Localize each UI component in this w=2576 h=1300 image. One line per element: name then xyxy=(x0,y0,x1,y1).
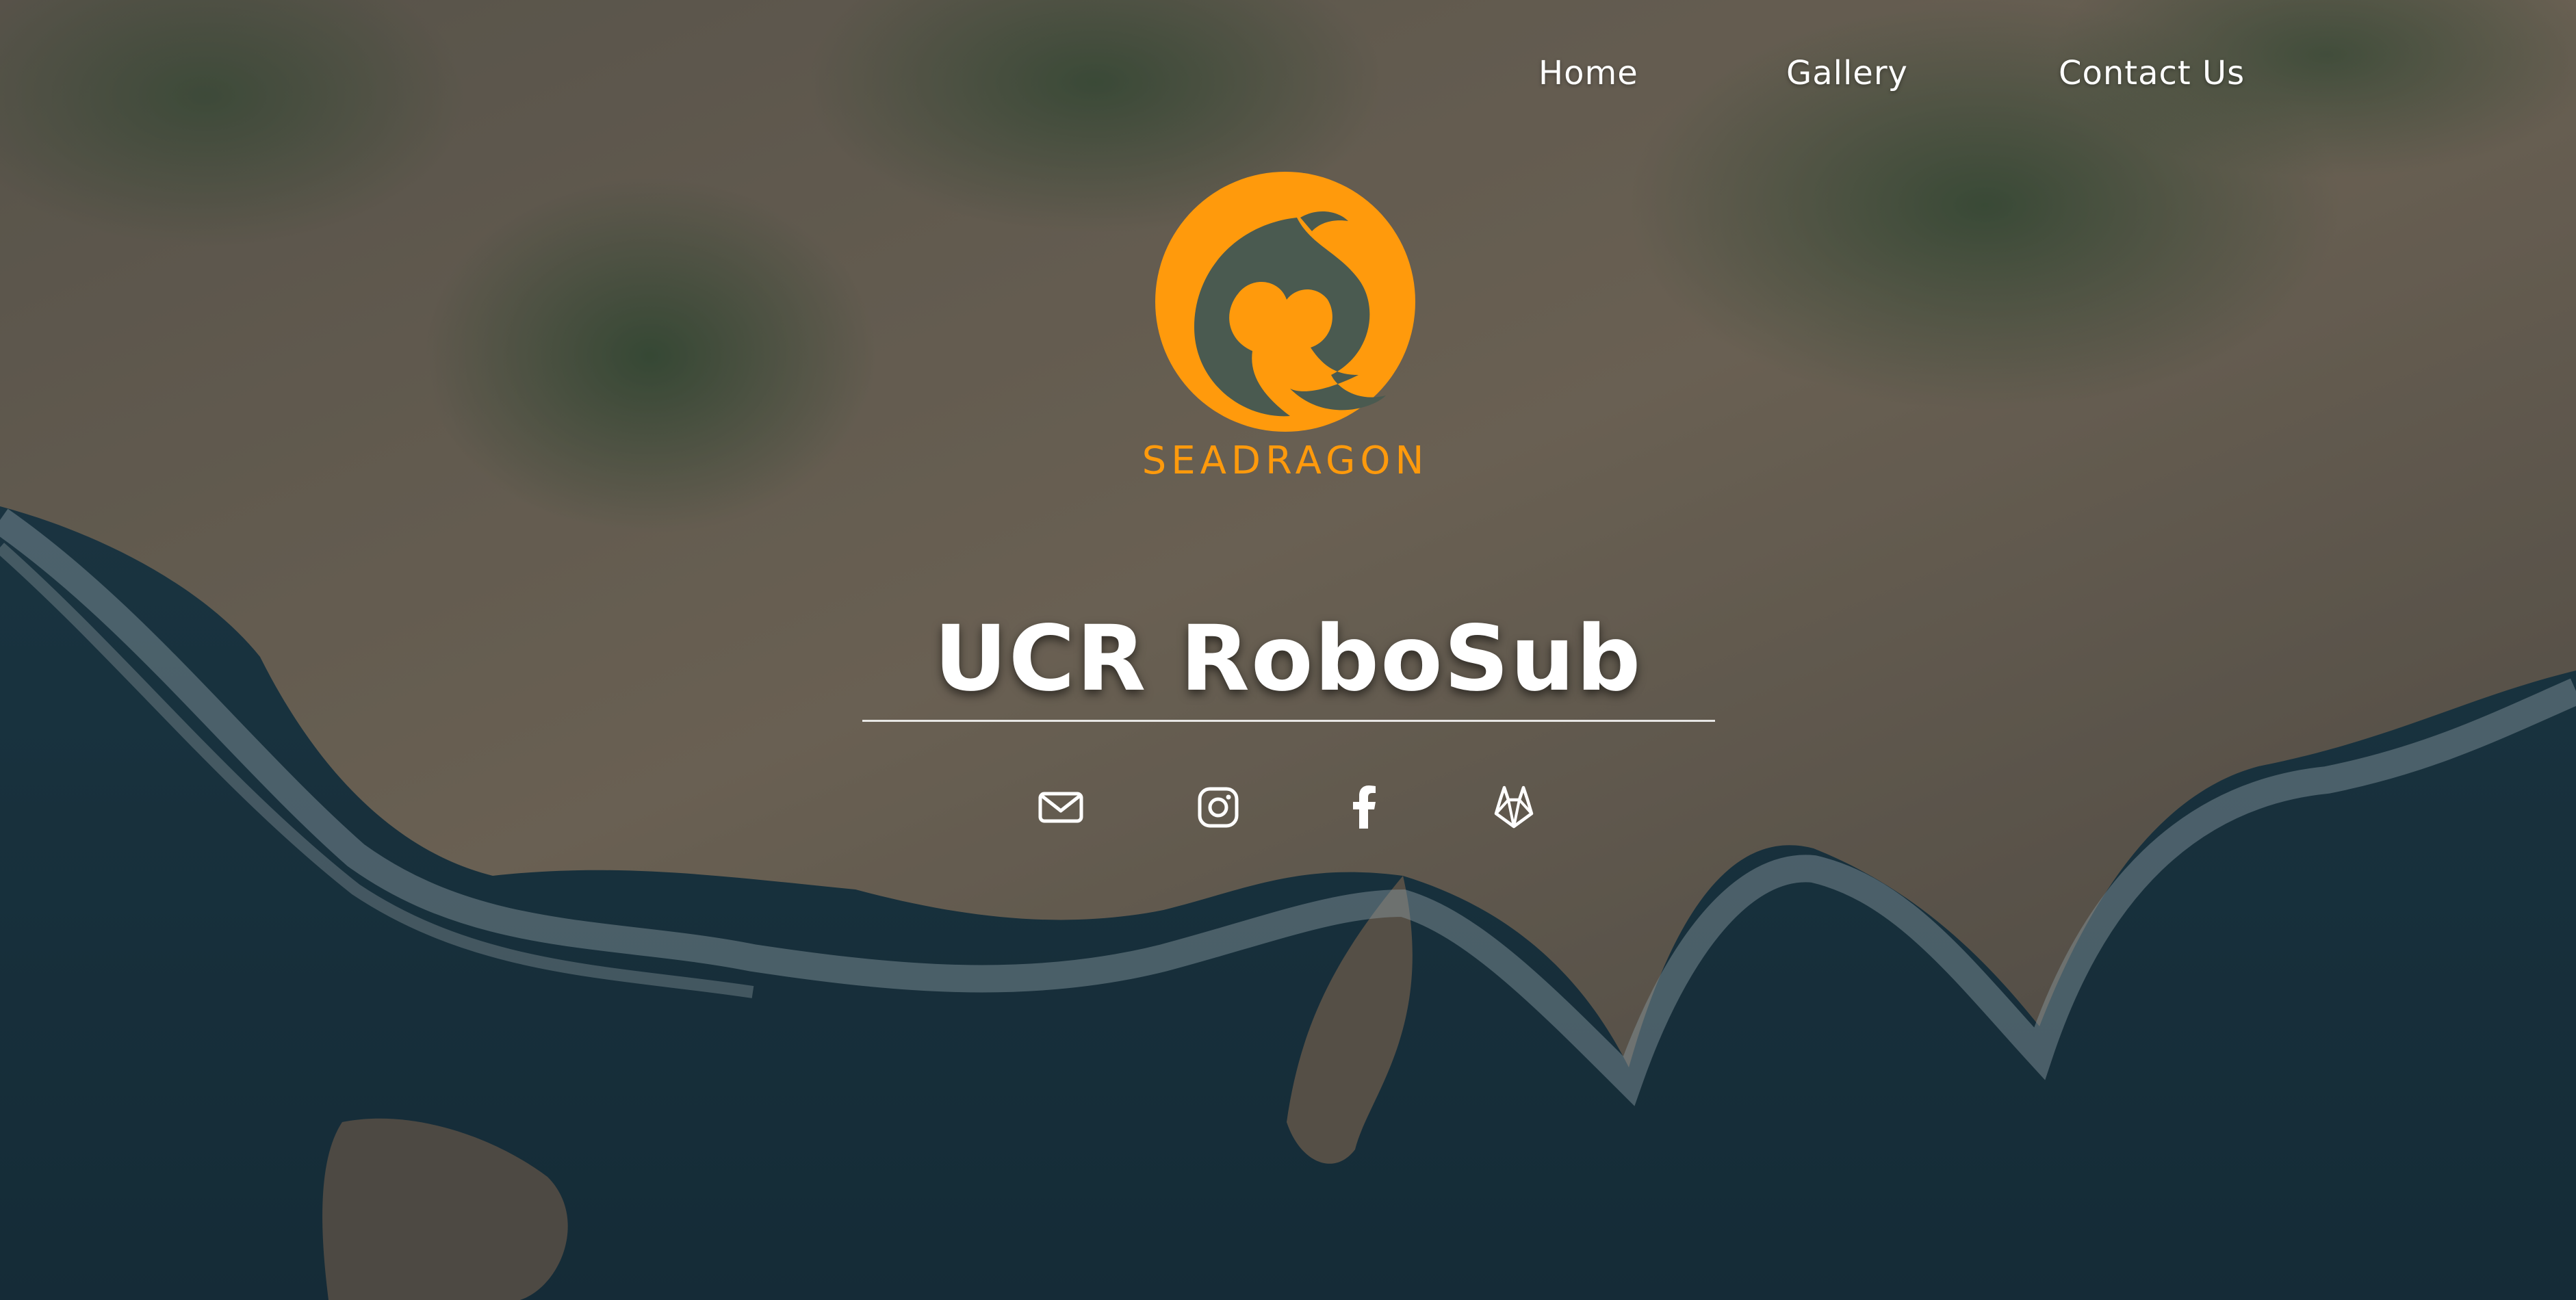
instagram-icon xyxy=(1198,787,1239,828)
gitlab-icon xyxy=(1494,785,1534,829)
nav-home-link[interactable]: Home xyxy=(1538,49,1638,97)
instagram-link[interactable] xyxy=(1194,783,1242,831)
gitlab-link[interactable] xyxy=(1490,783,1538,831)
facebook-icon xyxy=(1353,785,1376,829)
hero-section: Home Gallery Contact Us SEADRAGON UCR Ro… xyxy=(0,0,2576,1300)
top-navigation: Home Gallery Contact Us xyxy=(0,49,2576,97)
divider xyxy=(862,720,1715,722)
seadragon-logo: SEADRAGON xyxy=(1142,172,1429,483)
mail-link[interactable] xyxy=(1037,783,1085,831)
logo-wordmark: SEADRAGON xyxy=(1142,439,1429,483)
nav-contact-us-link[interactable]: Contact Us xyxy=(2059,49,2245,97)
facebook-link[interactable] xyxy=(1341,783,1389,831)
page-title: UCR RoboSub xyxy=(933,606,1643,712)
nav-gallery-link[interactable]: Gallery xyxy=(1786,49,1908,97)
mail-icon xyxy=(1038,792,1083,823)
